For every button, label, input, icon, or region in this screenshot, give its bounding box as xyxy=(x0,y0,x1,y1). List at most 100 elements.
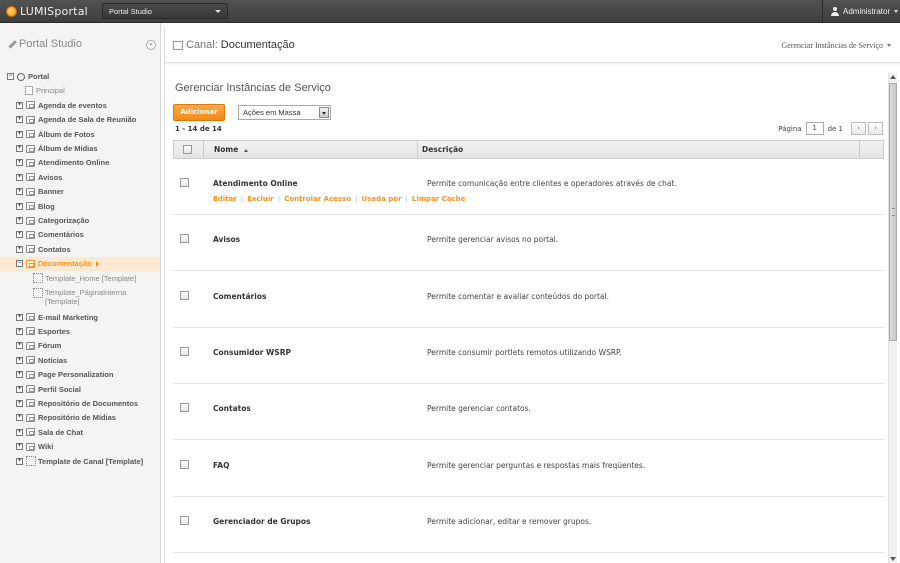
next-page-button[interactable]: › xyxy=(868,122,883,135)
tree-item-channel[interactable]: + Categorização xyxy=(16,214,89,227)
lumis-logo[interactable]: LUMISportal xyxy=(6,4,88,19)
row-action-link[interactable]: Controlar Acesso xyxy=(284,195,351,203)
row-checkbox[interactable] xyxy=(180,515,189,525)
tree-item-channel[interactable]: + Comentários xyxy=(16,228,84,241)
expand-icon[interactable]: + xyxy=(16,101,23,109)
row-action-link[interactable]: Excluir xyxy=(247,195,274,203)
column-header-nome[interactable]: Nome xyxy=(204,141,418,158)
expand-icon[interactable]: + xyxy=(16,414,23,422)
tree-item-label: Repositório de Documentos xyxy=(38,398,139,408)
table-row[interactable]: FAQ Permite gerenciar perguntas e respost… xyxy=(173,441,884,497)
tree-item-channel[interactable]: + Álbum de Fotos xyxy=(16,128,95,141)
row-checkbox[interactable] xyxy=(180,178,189,187)
table-row[interactable]: Gerenciador de Grupos Permite adicionar, … xyxy=(173,497,884,553)
expand-icon[interactable]: + xyxy=(16,428,23,436)
expand-icon[interactable]: + xyxy=(16,202,23,210)
mass-actions-select[interactable]: Ações em Massa xyxy=(238,105,331,120)
tree-item-channel[interactable]: + Sala de Chat xyxy=(16,426,83,439)
row-checkbox[interactable] xyxy=(180,234,189,244)
row-action-link[interactable]: Usada por xyxy=(362,195,402,203)
expand-icon[interactable]: + xyxy=(16,116,23,124)
expand-icon[interactable]: + xyxy=(16,457,23,465)
tree-item-template[interactable]: Template_Home [Template] xyxy=(33,272,136,285)
collapse-icon[interactable]: − xyxy=(7,73,14,80)
row-checkbox[interactable] xyxy=(180,290,189,300)
expand-icon[interactable]: + xyxy=(16,130,23,138)
tree-item-channel[interactable]: + Repositório de Mídias xyxy=(16,411,116,424)
table-row[interactable]: Avisos Permite gerenciar avisos no portal… xyxy=(173,215,884,272)
table-row[interactable]: Atendimento Online Permite comunicação en… xyxy=(173,159,884,215)
expand-icon[interactable]: + xyxy=(16,231,23,239)
expand-icon[interactable]: + xyxy=(16,145,23,152)
tree-item-channel[interactable]: + Wiki xyxy=(16,440,53,453)
add-button[interactable]: Adicionar xyxy=(173,104,225,121)
prev-page-button[interactable]: ‹ xyxy=(851,122,866,135)
tree-item-channel[interactable]: + Template de Canal [Template] xyxy=(16,455,143,468)
page-number-input[interactable]: 1 xyxy=(805,122,824,135)
table-row[interactable]: Contatos Permite gerenciar contatos. xyxy=(173,384,884,441)
expand-icon[interactable]: + xyxy=(16,173,23,181)
tree-item-channel[interactable]: + Álbum de Mídias xyxy=(16,142,98,155)
row-action-link[interactable]: Limpar Cache xyxy=(412,195,466,203)
tree-item-channel[interactable]: + Repositório de Documentos xyxy=(16,397,138,410)
table-row[interactable]: Comentários Permite comentar e avaliar co… xyxy=(173,272,884,328)
expand-icon[interactable]: + xyxy=(16,399,23,407)
row-name[interactable]: Avisos xyxy=(213,235,240,244)
expand-icon[interactable]: + xyxy=(16,217,23,224)
tree-item-channel[interactable]: − Documentação xyxy=(16,257,99,270)
expand-icon[interactable]: + xyxy=(16,245,23,253)
column-header-descricao[interactable]: Descrição xyxy=(418,141,860,158)
scroll-down-icon[interactable] xyxy=(890,557,896,561)
tree-root-portal[interactable]: − Portal xyxy=(7,70,49,83)
row-name[interactable]: Atendimento Online xyxy=(213,179,298,188)
tree-item-channel[interactable]: + Banner xyxy=(16,185,64,198)
logo-mark-icon xyxy=(6,6,17,17)
tree-item-channel[interactable]: + E-mail Marketing xyxy=(16,311,98,324)
row-checkbox[interactable] xyxy=(180,346,189,356)
channel-icon xyxy=(26,245,35,254)
expand-icon[interactable]: + xyxy=(16,356,23,364)
tree-item-page[interactable]: Principal xyxy=(25,84,65,97)
user-menu[interactable]: Administrator xyxy=(822,0,900,23)
site-selector[interactable]: Portal Studio xyxy=(102,3,228,19)
tree-item-channel[interactable]: + Avisos xyxy=(16,171,62,184)
row-description: Permite adicionar, editar e remover grup… xyxy=(427,516,592,526)
row-name[interactable]: Gerenciador de Grupos xyxy=(213,517,311,526)
row-name[interactable]: Consumidor WSRP xyxy=(213,348,291,357)
tree-item-channel[interactable]: + Contatos xyxy=(16,243,71,256)
tree-item-channel[interactable]: + Page Personalization xyxy=(16,368,113,381)
row-action-link[interactable]: Editar xyxy=(213,195,237,203)
collapse-sidebar-button[interactable]: « xyxy=(146,40,156,50)
expand-icon[interactable]: + xyxy=(16,313,23,321)
tree-item-channel[interactable]: + Blog xyxy=(16,200,55,213)
expand-icon[interactable]: + xyxy=(16,188,23,196)
top-bar: LUMISportal Portal Studio Administrator xyxy=(0,0,900,23)
tree-item-channel[interactable]: + Perfil Social xyxy=(16,383,81,396)
expand-icon[interactable]: + xyxy=(16,443,23,451)
expand-icon[interactable]: + xyxy=(16,371,23,379)
select-all-checkbox[interactable] xyxy=(183,145,192,154)
collapse-icon[interactable]: − xyxy=(16,260,23,268)
manage-instances-menu[interactable]: Gerenciar Instâncias de Serviço xyxy=(781,41,891,50)
scrollbar-thumb[interactable] xyxy=(889,83,897,341)
table-row[interactable]: Consumidor WSRP Permite consumir portlets… xyxy=(173,328,884,384)
page-icon xyxy=(25,86,33,96)
tree-item-channel[interactable]: + Agenda de eventos xyxy=(16,99,107,112)
row-checkbox[interactable] xyxy=(180,403,189,413)
expand-icon[interactable]: + xyxy=(16,159,23,167)
tree-item-channel[interactable]: + Agenda de Sala de Reunião xyxy=(16,113,136,126)
user-name: Administrator xyxy=(843,7,891,16)
tree-item-channel[interactable]: + Atendimento Online xyxy=(16,156,109,169)
row-name[interactable]: Contatos xyxy=(213,404,251,413)
expand-icon[interactable]: + xyxy=(16,327,23,335)
row-name[interactable]: FAQ xyxy=(213,461,229,470)
row-name[interactable]: Comentários xyxy=(213,292,266,301)
scroll-up-icon[interactable] xyxy=(890,75,896,79)
tree-item-channel[interactable]: + Fórum xyxy=(16,339,61,352)
tree-item-channel[interactable]: + Notícias xyxy=(16,354,67,367)
tree-item-channel[interactable]: + Esportes xyxy=(16,325,70,338)
row-checkbox[interactable] xyxy=(180,459,189,469)
vertical-scrollbar[interactable] xyxy=(888,73,897,563)
expand-icon[interactable]: + xyxy=(16,385,23,393)
expand-icon[interactable]: + xyxy=(16,342,23,350)
